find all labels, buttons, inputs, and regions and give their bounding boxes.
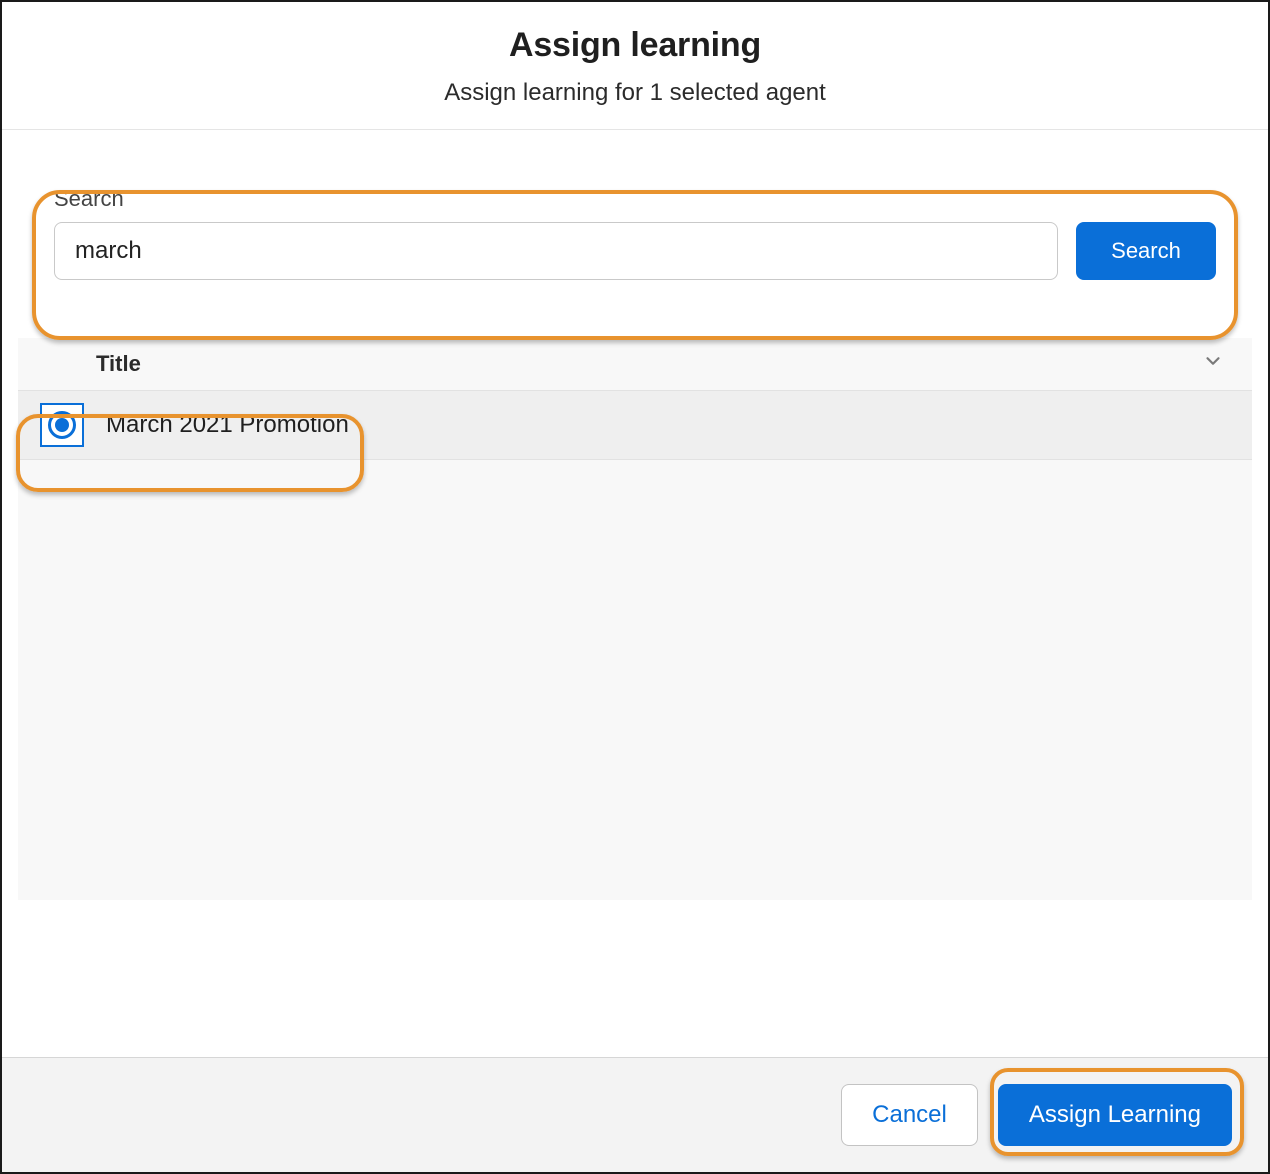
radio-icon	[48, 411, 76, 439]
cancel-button[interactable]: Cancel	[841, 1084, 978, 1146]
search-row: Search	[54, 222, 1216, 280]
search-input[interactable]	[54, 222, 1058, 280]
assign-learning-dialog: Assign learning Assign learning for 1 se…	[0, 0, 1270, 1174]
results-header[interactable]: Title	[18, 338, 1252, 390]
results-table: Title March 2021 Promotion	[18, 338, 1252, 900]
search-button[interactable]: Search	[1076, 222, 1216, 280]
column-title: Title	[96, 351, 141, 377]
radio-select[interactable]	[40, 403, 84, 447]
dialog-subtitle: Assign learning for 1 selected agent	[2, 79, 1268, 107]
dialog-body: Search Search Title March 2021 Promoti	[2, 130, 1268, 1057]
search-label: Search	[54, 186, 1216, 212]
table-row[interactable]: March 2021 Promotion	[18, 390, 1252, 460]
row-title: March 2021 Promotion	[106, 411, 349, 439]
dialog-footer: Cancel Assign Learning	[2, 1057, 1268, 1172]
search-area: Search Search	[18, 174, 1252, 280]
dialog-header: Assign learning Assign learning for 1 se…	[2, 2, 1268, 130]
chevron-down-icon	[1202, 350, 1224, 378]
dialog-title: Assign learning	[2, 26, 1268, 65]
assign-learning-button[interactable]: Assign Learning	[998, 1084, 1232, 1146]
